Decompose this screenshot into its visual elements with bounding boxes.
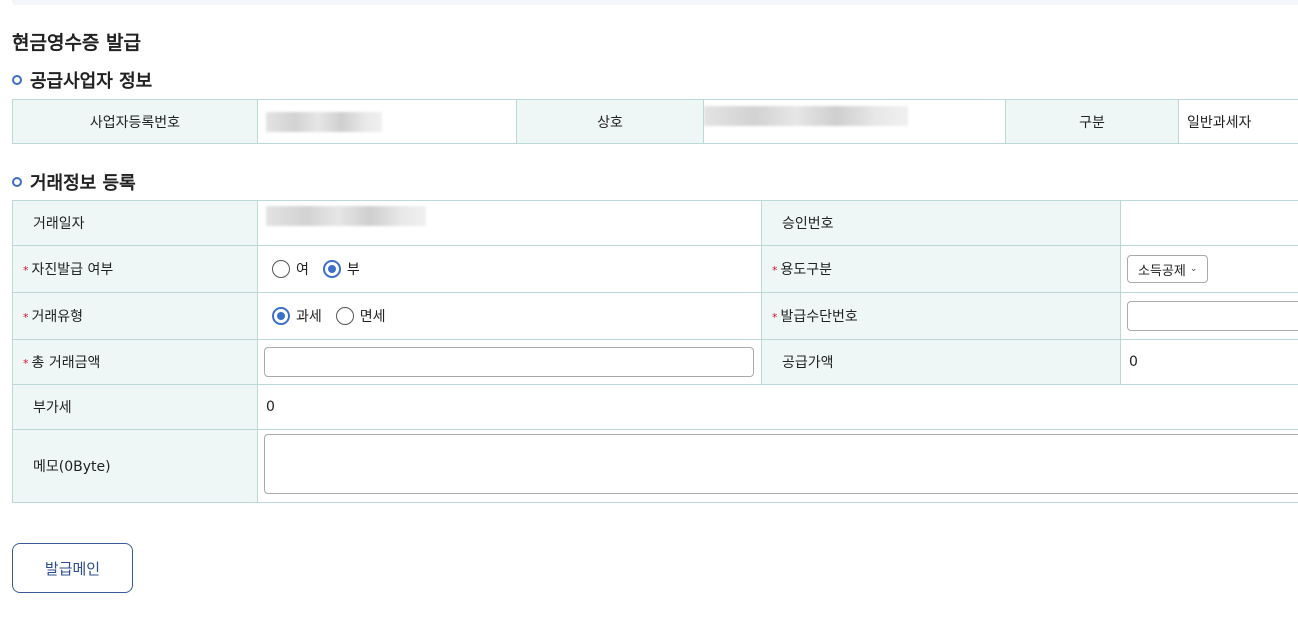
bullet-icon [12, 75, 22, 85]
total-amount-label: 총 거래금액 [31, 355, 101, 371]
self-issue-row: * 자진발급 여부 여 부 * 용도구분 소득공제 ⌄ [12, 245, 1298, 293]
self-issue-yes-label[interactable]: 여 [296, 259, 309, 279]
bullet-icon [12, 177, 22, 187]
memo-textarea[interactable] [264, 434, 1298, 494]
self-issue-no-radio[interactable] [322, 260, 341, 278]
category-value: 일반과세자 [1178, 99, 1298, 144]
trade-date-row: 거래일자 승인번호 [12, 200, 1298, 246]
trade-type-label: 거래유형 [31, 309, 84, 325]
self-issue-label: 자진발급 여부 [31, 262, 114, 278]
memo-label: 메모(0Byte) [12, 429, 258, 503]
trade-type-row: * 거래유형 과세 면세 * 발급수단번호 [12, 292, 1298, 340]
required-mark: * [23, 310, 29, 324]
self-issue-label-cell: * 자진발급 여부 [12, 245, 258, 293]
business-number-label: 사업자등록번호 [12, 99, 258, 144]
memo-row: 메모(0Byte) [12, 429, 1298, 503]
purpose-select[interactable]: 소득공제 ⌄ [1127, 255, 1209, 283]
supply-amount-value: 0 [1120, 339, 1298, 385]
supplier-section-title: 공급사업자 정보 [12, 67, 152, 93]
approval-number-value [1120, 200, 1298, 246]
required-mark: * [772, 310, 778, 324]
purpose-label-cell: * 용도구분 [761, 245, 1121, 293]
vat-row: 부가세 0 [12, 384, 1298, 430]
trade-table: 거래일자 승인번호 * 자진발급 여부 여 부 * 용도구분 소득공제 ⌄ * … [12, 200, 1298, 503]
issue-main-button[interactable]: 발급메인 [12, 543, 133, 593]
company-name-label: 상호 [516, 99, 704, 144]
trade-type-options: 과세 면세 [257, 292, 762, 340]
total-amount-input[interactable] [264, 347, 754, 377]
supplier-table: 사업자등록번호 상호 구분 일반과세자 [12, 99, 1298, 144]
issue-means-value [1120, 292, 1298, 340]
total-amount-value [257, 339, 762, 385]
trade-date-label: 거래일자 [12, 200, 258, 246]
trade-type-exempt-label[interactable]: 면세 [360, 306, 386, 326]
self-issue-no-label[interactable]: 부 [347, 259, 360, 279]
self-issue-options: 여 부 [257, 245, 762, 293]
issue-means-label-cell: * 발급수단번호 [761, 292, 1121, 340]
total-amount-label-cell: * 총 거래금액 [12, 339, 258, 385]
required-mark: * [23, 263, 29, 277]
supply-amount-label: 공급가액 [761, 339, 1121, 385]
required-mark: * [772, 263, 778, 277]
vat-value: 0 [257, 384, 1298, 430]
purpose-label: 용도구분 [780, 262, 833, 278]
trade-section-title-text: 거래정보 등록 [30, 173, 136, 194]
business-number-value [257, 99, 517, 144]
page-title: 현금영수증 발급 [12, 32, 141, 54]
purpose-value: 소득공제 ⌄ [1120, 245, 1298, 293]
trade-type-exempt-radio[interactable] [335, 307, 354, 325]
supplier-section-title-text: 공급사업자 정보 [30, 71, 153, 92]
total-amount-row: * 총 거래금액 공급가액 0 [12, 339, 1298, 385]
redacted-company-name [704, 105, 908, 126]
approval-number-label: 승인번호 [761, 200, 1121, 246]
top-bar [12, 0, 1298, 5]
self-issue-yes-radio[interactable] [272, 260, 290, 278]
trade-section-title: 거래정보 등록 [12, 169, 136, 195]
redacted-trade-date [266, 206, 426, 226]
trade-type-label-cell: * 거래유형 [12, 292, 258, 340]
trade-date-value [257, 200, 762, 246]
supplier-row: 사업자등록번호 상호 구분 일반과세자 [12, 99, 1298, 144]
chevron-down-icon: ⌄ [1189, 264, 1198, 274]
vat-label: 부가세 [12, 384, 258, 430]
required-mark: * [23, 356, 29, 370]
redacted-business-number [266, 111, 382, 132]
purpose-selected: 소득공제 [1138, 263, 1186, 279]
memo-value-cell [257, 429, 1298, 503]
category-label: 구분 [1005, 99, 1179, 144]
company-name-value [703, 99, 1006, 144]
trade-type-taxable-radio[interactable] [272, 307, 290, 325]
issue-means-label: 발급수단번호 [780, 309, 858, 325]
trade-type-taxable-label[interactable]: 과세 [296, 306, 322, 326]
issue-means-input[interactable] [1127, 301, 1298, 331]
